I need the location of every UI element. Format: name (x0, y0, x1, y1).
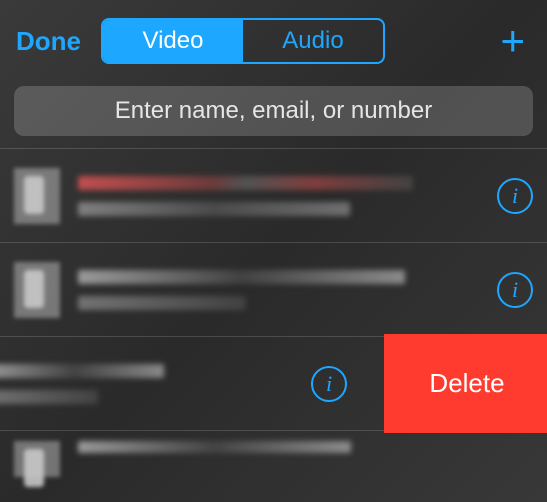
add-button[interactable]: + (500, 20, 531, 62)
info-icon[interactable]: i (497, 178, 533, 214)
tab-audio[interactable]: Audio (243, 20, 383, 62)
list-item-text (78, 270, 497, 310)
call-list: i i i Delete (0, 148, 547, 480)
list-item-text (0, 364, 311, 404)
list-item-text (78, 176, 497, 216)
info-icon[interactable]: i (497, 272, 533, 308)
avatar (14, 262, 60, 318)
avatar (14, 441, 60, 477)
mode-segmented-control: Video Audio (101, 18, 385, 64)
info-icon[interactable]: i (311, 366, 347, 402)
delete-button[interactable]: Delete (387, 337, 547, 430)
list-item[interactable]: i Delete (0, 336, 547, 430)
list-item[interactable]: i (0, 148, 547, 242)
search-input[interactable]: Enter name, email, or number (14, 86, 533, 136)
list-item-text (78, 441, 533, 453)
done-button[interactable]: Done (16, 26, 81, 57)
list-item[interactable] (0, 430, 547, 480)
avatar (14, 168, 60, 224)
tab-video[interactable]: Video (103, 20, 243, 62)
list-item[interactable]: i (0, 242, 547, 336)
